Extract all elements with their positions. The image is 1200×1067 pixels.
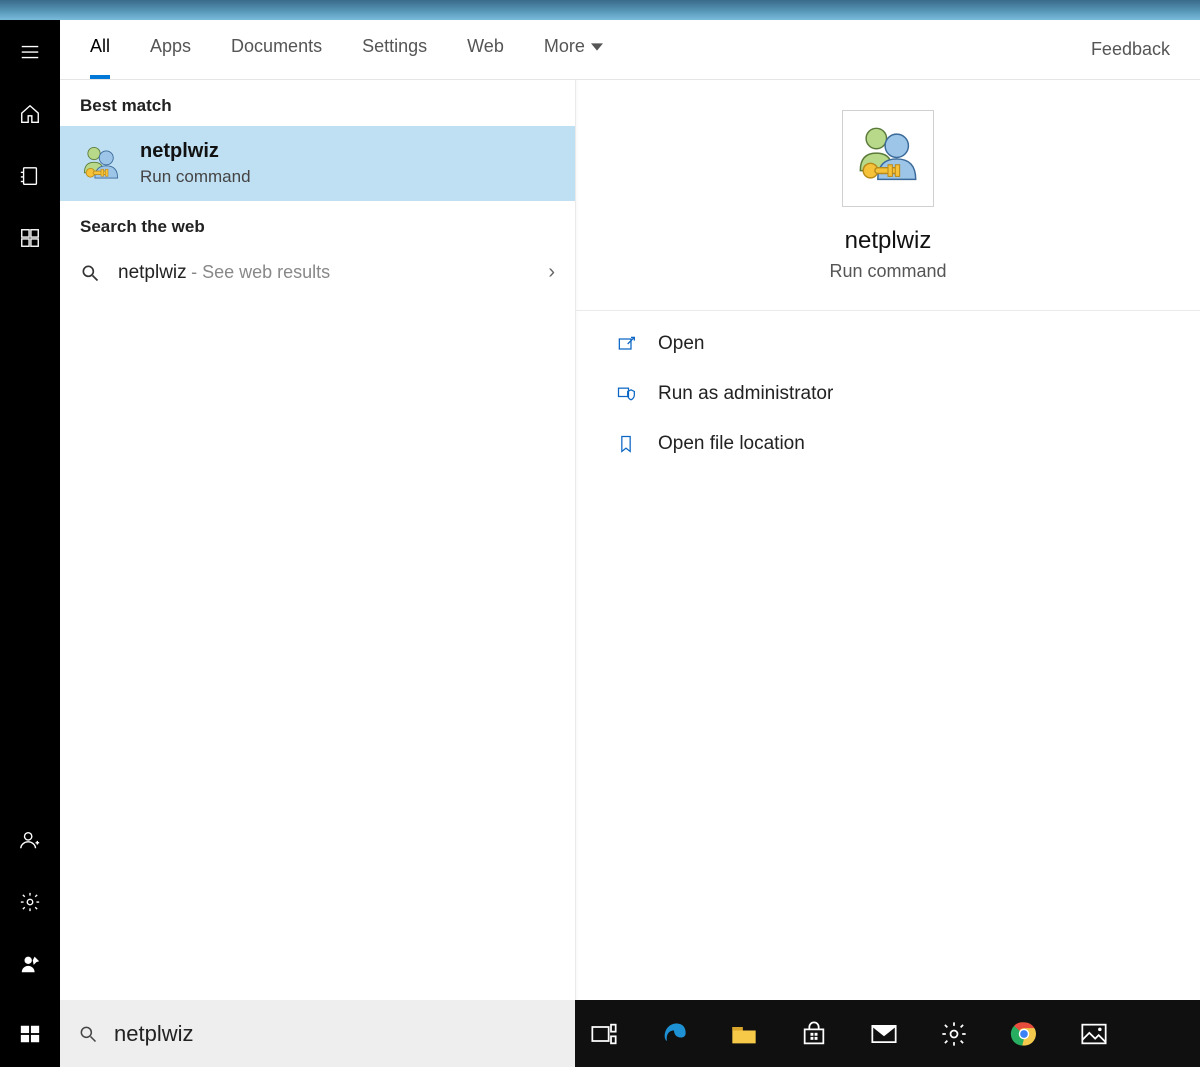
action-open[interactable]: Open	[606, 321, 1170, 367]
filter-tabs: All Apps Documents Settings Web More Fee…	[60, 20, 1200, 80]
file-explorer-icon[interactable]	[729, 1019, 759, 1049]
tab-documents[interactable]: Documents	[231, 36, 322, 63]
action-open-label: Open	[658, 333, 704, 355]
best-match-subtitle: Run command	[140, 167, 251, 187]
open-icon	[616, 334, 636, 354]
results-column: Best match netplwiz Run command Search t…	[60, 80, 575, 1000]
search-icon	[80, 263, 100, 283]
menu-icon[interactable]	[18, 40, 42, 64]
search-web-header: Search the web	[60, 201, 575, 247]
web-result-item[interactable]: netplwiz - See web results ›	[60, 247, 575, 298]
tab-more[interactable]: More	[544, 36, 603, 63]
web-result-suffix: - See web results	[191, 262, 330, 282]
windows-logo-icon	[19, 1023, 41, 1045]
tab-web[interactable]: Web	[467, 36, 504, 63]
mail-icon[interactable]	[869, 1019, 899, 1049]
settings-icon[interactable]	[939, 1019, 969, 1049]
add-user-icon[interactable]	[18, 828, 42, 852]
detail-pane: netplwiz Run command Open Run as adminis…	[575, 80, 1200, 1000]
start-sidebar	[0, 20, 60, 1000]
tab-all[interactable]: All	[90, 36, 110, 63]
gear-icon[interactable]	[18, 890, 42, 914]
search-icon	[78, 1024, 98, 1044]
action-open-location[interactable]: Open file location	[606, 421, 1170, 467]
tab-apps[interactable]: Apps	[150, 36, 191, 63]
notebook-icon[interactable]	[18, 164, 42, 188]
photos-icon[interactable]	[1079, 1019, 1109, 1049]
action-run-admin-label: Run as administrator	[658, 383, 833, 405]
chevron-down-icon	[591, 41, 603, 53]
detail-title: netplwiz	[845, 227, 932, 255]
tab-more-label: More	[544, 36, 585, 57]
detail-subtitle: Run command	[829, 261, 946, 282]
feedback-link[interactable]: Feedback	[1091, 39, 1170, 60]
best-match-header: Best match	[60, 80, 575, 126]
search-panel: All Apps Documents Settings Web More Fee…	[60, 20, 1200, 1000]
chevron-right-icon: ›	[548, 261, 555, 284]
taskbar	[575, 1000, 1200, 1067]
apps-icon[interactable]	[18, 226, 42, 250]
action-open-location-label: Open file location	[658, 433, 805, 455]
start-button[interactable]	[0, 1000, 60, 1067]
store-icon[interactable]	[799, 1019, 829, 1049]
search-box[interactable]	[60, 1000, 575, 1067]
user-pin-icon[interactable]	[18, 952, 42, 976]
folder-location-icon	[616, 434, 636, 454]
chrome-icon[interactable]	[1009, 1019, 1039, 1049]
best-match-title: netplwiz	[140, 140, 251, 163]
shield-icon	[616, 384, 636, 404]
task-view-icon[interactable]	[589, 1019, 619, 1049]
netplwiz-icon	[853, 121, 923, 191]
best-match-item[interactable]: netplwiz Run command	[60, 126, 575, 201]
search-flyout: All Apps Documents Settings Web More Fee…	[0, 20, 1200, 1000]
tab-settings[interactable]: Settings	[362, 36, 427, 63]
action-run-admin[interactable]: Run as administrator	[606, 371, 1170, 417]
home-icon[interactable]	[18, 102, 42, 126]
desktop-wallpaper-strip	[0, 0, 1200, 20]
taskbar-row	[0, 1000, 1200, 1067]
edge-icon[interactable]	[659, 1019, 689, 1049]
netplwiz-icon	[80, 143, 122, 185]
web-result-term: netplwiz	[118, 262, 187, 283]
search-input[interactable]	[114, 1021, 557, 1047]
detail-icon-tile	[842, 110, 934, 207]
